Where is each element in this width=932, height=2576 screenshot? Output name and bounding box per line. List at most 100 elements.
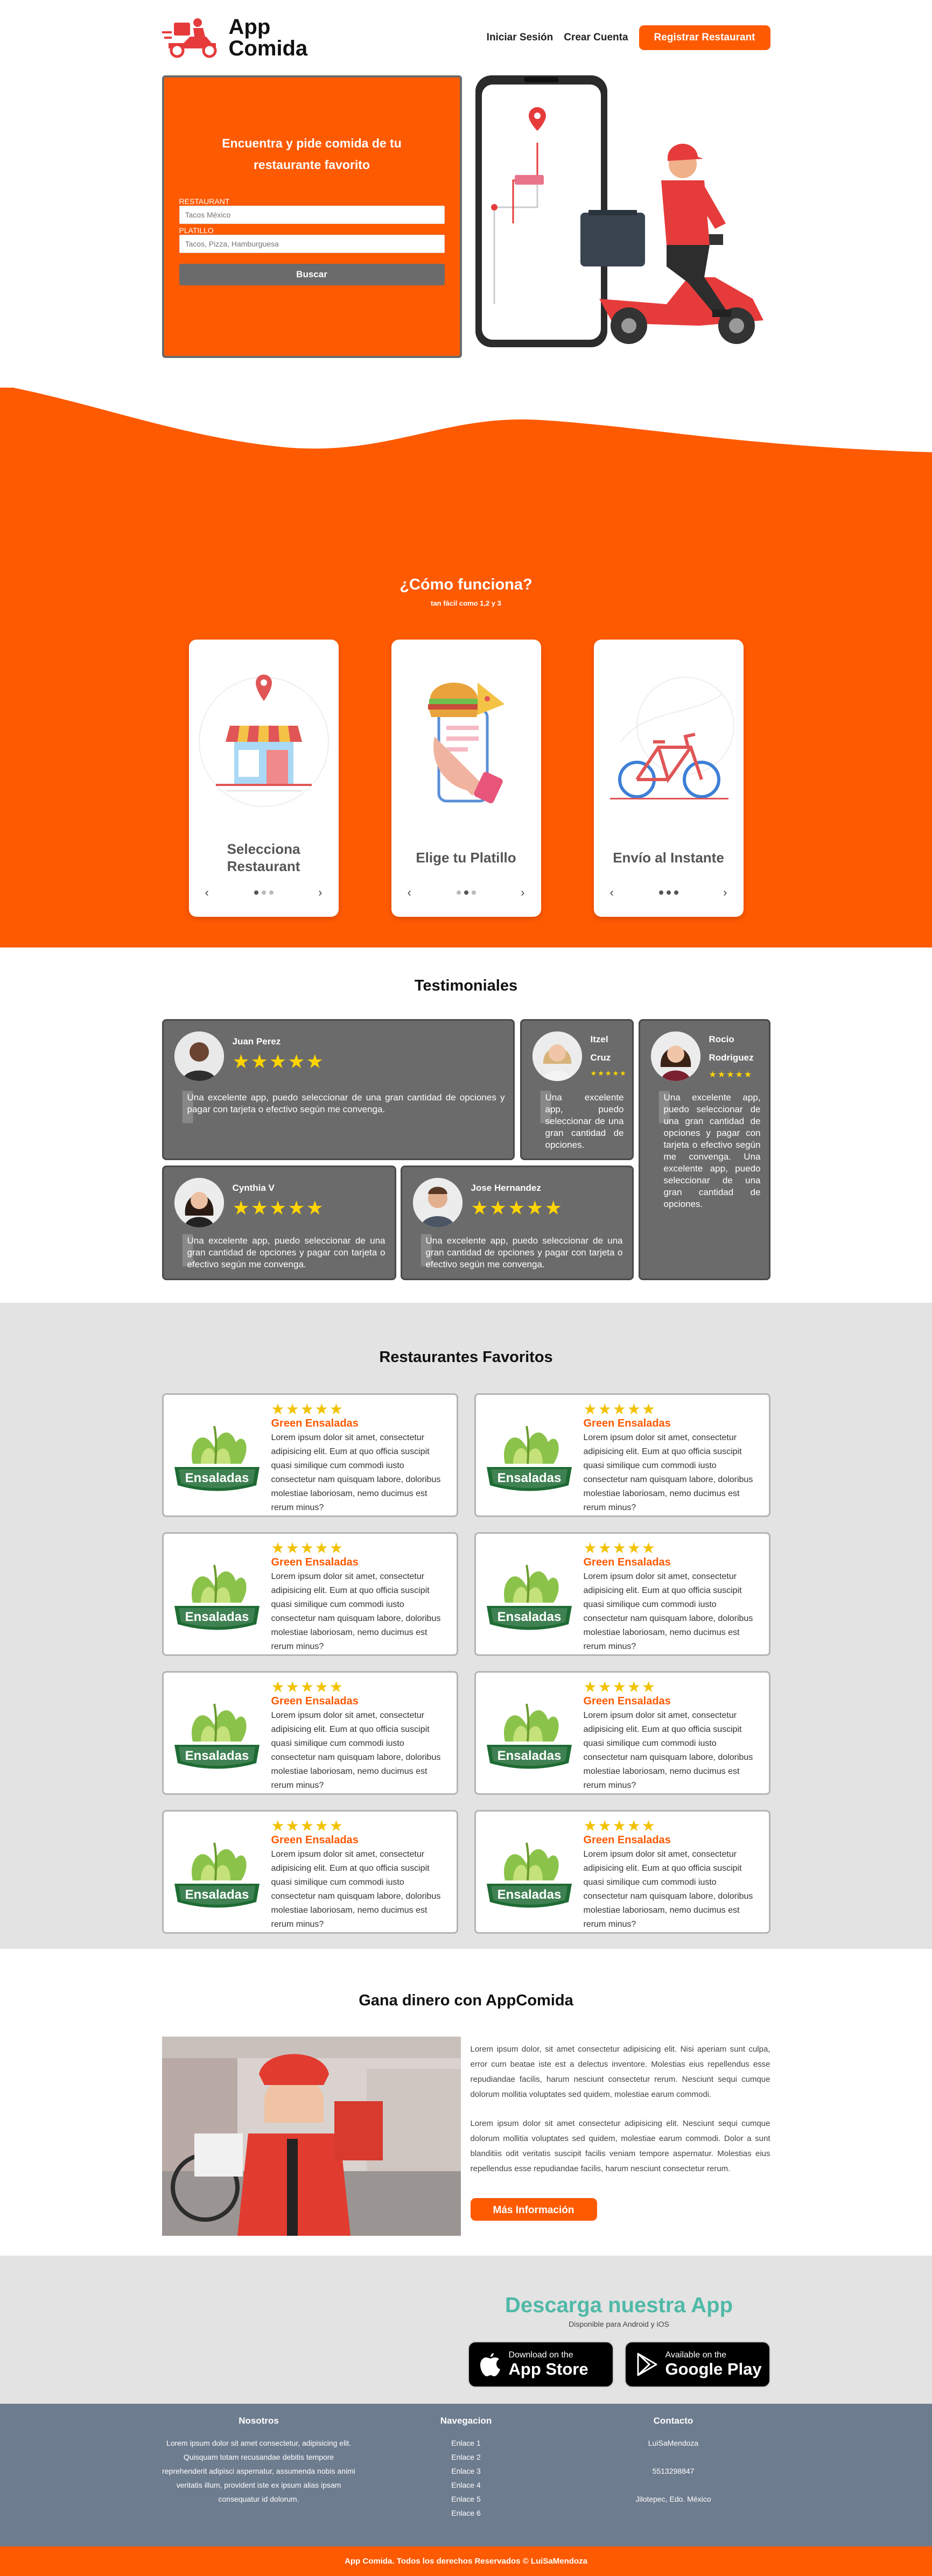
- download-subtitle: Disponible para Android y iOS: [569, 2320, 669, 2328]
- hero-title: Encuentra y pide comida de tu restaurant…: [222, 136, 402, 172]
- rating-stars: ★★★★★: [583, 1817, 657, 1834]
- step-card-restaurant[interactable]: Selecciona Restaurant ‹ ›: [188, 640, 339, 917]
- restaurant-card[interactable]: Ensaladas ★★★★★ Green Ensaladas Lorem ipsum…: [162, 1810, 458, 1934]
- testimonial-name: Jose Hernandez: [471, 1183, 541, 1193]
- restaurant-label: RESTAURANT: [179, 197, 230, 206]
- restaurant-name[interactable]: Green Ensaladas: [584, 1695, 761, 1708]
- logo-text: Ensaladas: [497, 1471, 561, 1485]
- courier-photo: [162, 2037, 461, 2236]
- restaurant-card[interactable]: Ensaladas ★★★★★ Green Ensaladas Lorem ipsum…: [162, 1393, 458, 1517]
- rating-stars: ★★★★★: [232, 1050, 325, 1072]
- chevron-right-icon[interactable]: ›: [723, 886, 727, 900]
- logo-text: Ensaladas: [497, 1610, 561, 1624]
- testimonials-section: Testimoniales Juan Perez ★★★★★ ❚ Una exc…: [0, 947, 932, 1303]
- footer-link[interactable]: Enlace 1: [369, 2436, 563, 2450]
- restaurant-description: Lorem ipsum dolor sit amet, consectetur …: [583, 1433, 753, 1512]
- restaurant-name[interactable]: Green Ensaladas: [584, 1834, 761, 1847]
- restaurant-description: Lorem ipsum dolor sit amet, consectetur …: [583, 1711, 753, 1790]
- testimonial-quote: Una excelente app, puedo seleccionar de …: [187, 1236, 386, 1269]
- chevron-left-icon[interactable]: ‹: [205, 886, 209, 900]
- step-card-delivery[interactable]: Envío al Instante ‹ ›: [593, 640, 744, 917]
- ensaladas-logo: Ensaladas: [486, 1564, 572, 1630]
- testimonial-name: Itzel Cruz: [590, 1034, 611, 1063]
- restaurant-card[interactable]: Ensaladas ★★★★★ Green Ensaladas Lorem ipsum…: [474, 1532, 770, 1656]
- phone-food-icon: [428, 683, 504, 804]
- restaurant-card[interactable]: Ensaladas ★★★★★ Green Ensaladas Lorem ipsum…: [474, 1810, 770, 1934]
- step-card-dish[interactable]: Elige tu Platillo ‹ ›: [391, 640, 541, 917]
- restaurant-name[interactable]: Green Ensaladas: [271, 1556, 449, 1569]
- earn-title: Gana dinero con AppComida: [359, 1992, 573, 2009]
- rating-stars: ★★★★★: [271, 1401, 345, 1417]
- restaurant-card[interactable]: Ensaladas ★★★★★ Green Ensaladas Lorem ipsum…: [474, 1671, 770, 1795]
- avatar: [174, 1031, 224, 1081]
- footer-nav-title: Navegacion: [440, 2416, 492, 2426]
- footer-link[interactable]: Enlace 6: [369, 2506, 563, 2520]
- more-info-button[interactable]: Más Información: [470, 2198, 597, 2221]
- carousel-dots: [254, 890, 274, 895]
- google-play-badge[interactable]: Available on the Google Play: [624, 2341, 770, 2388]
- testimonial-name: Rocio Rodriguez: [709, 1034, 754, 1063]
- dish-input[interactable]: [179, 235, 445, 253]
- create-account-link[interactable]: Crear Cuenta: [564, 32, 628, 44]
- bicycle-icon: [609, 677, 734, 799]
- avatar: [412, 1178, 463, 1227]
- app-store-badge[interactable]: Download on the App Store: [467, 2341, 614, 2388]
- register-restaurant-button[interactable]: Registrar Restaurant: [639, 25, 770, 50]
- dish-label: PLATILLO: [179, 226, 214, 235]
- restaurant-name[interactable]: Green Ensaladas: [271, 1695, 449, 1708]
- testimonial-name: Cynthia V: [232, 1183, 275, 1193]
- restaurant-description: Lorem ipsum dolor sit amet, consectetur …: [271, 1433, 441, 1512]
- chevron-left-icon[interactable]: ‹: [610, 886, 614, 900]
- google-play-small: Available on the: [665, 2350, 727, 2360]
- chevron-right-icon[interactable]: ›: [318, 886, 322, 900]
- brand-name: App Comida: [228, 15, 308, 60]
- rating-stars: ★★★★★: [583, 1679, 657, 1695]
- avatar: [650, 1031, 700, 1081]
- brand-logo[interactable]: App Comida: [162, 15, 326, 60]
- restaurant-description: Lorem ipsum dolor sit amet, consectetur …: [583, 1850, 753, 1929]
- restaurant-card[interactable]: Ensaladas ★★★★★ Green Ensaladas Lorem ipsum…: [162, 1671, 458, 1795]
- restaurant-name[interactable]: Green Ensaladas: [271, 1417, 449, 1430]
- logo-text: Ensaladas: [185, 1471, 249, 1485]
- contact-place: Jilotepec, Edo. México: [635, 2495, 711, 2503]
- footer-link[interactable]: Enlace 5: [369, 2492, 563, 2506]
- play-icon: [637, 2353, 657, 2376]
- how-it-works-section: ¿Cómo funciona? tan fácil como 1,2 y 3 S…: [0, 388, 932, 947]
- favorites-section: Restaurantes Favoritos Ensaladas ★★★★★ Gre…: [0, 1303, 932, 1949]
- testimonial-quote: Una excelente app, puedo seleccionar de …: [663, 1092, 761, 1209]
- testimonial-quote: Una excelente app, puedo seleccionar de …: [425, 1236, 623, 1269]
- footer-link[interactable]: Enlace 3: [369, 2464, 563, 2478]
- chevron-right-icon[interactable]: ›: [521, 886, 524, 900]
- earn-paragraph: Lorem ipsum dolor sit amet consectetur a…: [470, 2119, 770, 2173]
- search-card: Encuentra y pide comida de tu restaurant…: [162, 75, 462, 358]
- ensaladas-logo: Ensaladas: [174, 1564, 260, 1630]
- footer-link[interactable]: Enlace 4: [369, 2478, 563, 2492]
- ensaladas-logo: Ensaladas: [174, 1426, 260, 1491]
- carousel-dots: [456, 890, 476, 895]
- restaurant-card[interactable]: Ensaladas ★★★★★ Green Ensaladas Lorem ipsum…: [474, 1393, 770, 1517]
- footer-link[interactable]: Enlace 2: [369, 2450, 563, 2464]
- login-link[interactable]: Iniciar Sesión: [487, 32, 553, 44]
- footer-contact-title: Contacto: [653, 2416, 693, 2426]
- chevron-left-icon[interactable]: ‹: [408, 886, 411, 900]
- restaurant-description: Lorem ipsum dolor sit amet, consectetur …: [271, 1572, 441, 1651]
- logo-text: Ensaladas: [185, 1610, 249, 1624]
- how-subtitle: tan fácil como 1,2 y 3: [431, 599, 501, 607]
- rating-stars: ★★★★★: [271, 1817, 345, 1834]
- restaurant-name[interactable]: Green Ensaladas: [584, 1417, 761, 1430]
- restaurant-card[interactable]: Ensaladas ★★★★★ Green Ensaladas Lorem ipsum…: [162, 1532, 458, 1656]
- restaurant-name[interactable]: Green Ensaladas: [584, 1556, 761, 1569]
- restaurant-description: Lorem ipsum dolor sit amet, consectetur …: [271, 1850, 441, 1929]
- rating-stars: ★★★★★: [232, 1197, 325, 1219]
- footer-about: Nosotros Lorem ipsum dolor sit amet cons…: [162, 2416, 356, 2520]
- testimonial-card: Rocio Rodriguez ★★★★★ ❚ Una excelente ap…: [638, 1019, 770, 1280]
- apple-icon: [480, 2353, 500, 2376]
- top-nav: Iniciar Sesión Crear Cuenta Registrar Re…: [487, 25, 770, 50]
- search-button[interactable]: Buscar: [179, 264, 445, 285]
- download-title: Descarga nuestra App: [504, 2293, 733, 2317]
- restaurant-name[interactable]: Green Ensaladas: [271, 1834, 449, 1847]
- site-footer: Nosotros Lorem ipsum dolor sit amet cons…: [0, 2404, 932, 2546]
- store-icon: [198, 675, 329, 807]
- restaurant-input[interactable]: [179, 206, 445, 224]
- ensaladas-logo: Ensaladas: [486, 1842, 572, 1908]
